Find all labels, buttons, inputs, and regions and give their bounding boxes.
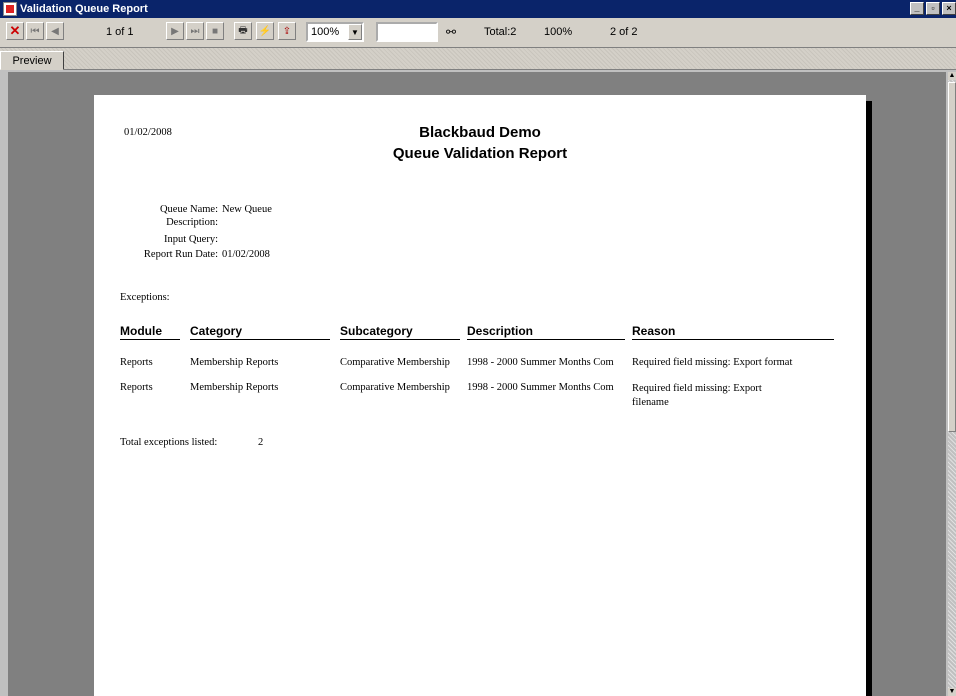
close-window-button[interactable]: × — [942, 2, 956, 15]
export-icon[interactable]: ⇪ — [278, 22, 296, 40]
chevron-down-icon[interactable]: ▼ — [348, 24, 362, 40]
column-header-description: Description — [467, 324, 534, 338]
next-page-icon[interactable]: ▶ — [166, 22, 184, 40]
search-input[interactable] — [376, 22, 438, 42]
tab-row: Preview — [0, 48, 956, 70]
print-icon[interactable]: 🖶 — [234, 22, 252, 40]
total-exceptions-label: Total exceptions listed: — [120, 437, 218, 448]
preview-workspace: 01/02/2008 Blackbaud Demo Queue Validati… — [8, 72, 946, 696]
table-cell: Comparative Membership — [340, 357, 450, 368]
minimize-button[interactable]: _ — [910, 2, 924, 15]
last-page-icon[interactable]: ⏭ — [186, 22, 204, 40]
report-title: Queue Validation Report — [392, 145, 568, 162]
column-header-module: Module — [120, 324, 162, 338]
table-cell: Reports — [120, 382, 153, 393]
table-cell: Membership Reports — [190, 382, 279, 393]
header-underline — [632, 339, 834, 340]
table-cell: Membership Reports — [190, 357, 279, 368]
report-org: Blackbaud Demo — [419, 124, 541, 141]
zoom-value: 100% — [311, 26, 340, 38]
table-cell: Comparative Membership — [340, 382, 450, 393]
field-label: Input Query: — [164, 234, 218, 245]
header-underline — [467, 339, 625, 340]
table-cell: Required field missing: Export filename — [632, 383, 762, 408]
field-value: New Queue — [222, 204, 272, 215]
count-of-label: 2 of 2 — [610, 26, 638, 38]
field-value: 01/02/2008 — [222, 249, 270, 260]
report-page: 01/02/2008 Blackbaud Demo Queue Validati… — [94, 95, 866, 696]
table-cell: Reports — [120, 357, 153, 368]
header-underline — [340, 339, 460, 340]
title-bar: Validation Queue Report _ ▫ × — [0, 0, 956, 18]
field-label: Description: — [166, 217, 218, 228]
window-controls: _ ▫ × — [910, 2, 956, 15]
scroll-thumb[interactable] — [948, 82, 956, 432]
prev-page-icon[interactable]: ◀ — [46, 22, 64, 40]
column-header-category: Category — [190, 324, 243, 338]
exceptions-label: Exceptions: — [120, 292, 170, 303]
header-underline — [190, 339, 330, 340]
percent-label: 100% — [544, 26, 573, 38]
field-label: Queue Name: — [159, 204, 218, 215]
column-header-reason: Reason — [632, 324, 676, 338]
column-header-subcategory: Subcategory — [340, 324, 413, 338]
table-cell: Required field missing: Export format — [632, 357, 793, 368]
zoom-select[interactable]: 100% ▼ — [306, 22, 364, 42]
stop-icon[interactable]: ■ — [206, 22, 224, 40]
table-cell: 1998 - 2000 Summer Months Com — [467, 357, 614, 368]
first-page-icon[interactable]: ⏮ — [26, 22, 44, 40]
field-label: Report Run Date: — [143, 249, 218, 260]
app-icon — [3, 2, 17, 16]
toolbar: ✕ ⏮ ◀ 1 of 1 ▶ ⏭ ■ 🖶 ⚡ ⇪ 100% ▼ ⚯ Total:… — [0, 18, 956, 48]
total-label: Total:2 — [484, 26, 517, 38]
tab-preview[interactable]: Preview — [0, 51, 64, 70]
scroll-down-icon[interactable]: ▼ — [948, 688, 956, 696]
lightning-icon[interactable]: ⚡ — [256, 22, 274, 40]
scroll-up-icon[interactable]: ▲ — [948, 72, 956, 80]
page-of-label: 1 of 1 — [106, 26, 134, 38]
header-underline — [120, 339, 180, 340]
window-title: Validation Queue Report — [20, 3, 148, 15]
vertical-scrollbar[interactable]: ▲ ▼ — [948, 72, 956, 696]
close-icon[interactable]: ✕ — [6, 22, 24, 40]
binoculars-icon[interactable]: ⚯ — [442, 22, 460, 42]
total-exceptions-value: 2 — [258, 437, 264, 448]
table-cell: 1998 - 2000 Summer Months Com — [467, 382, 614, 393]
maximize-button[interactable]: ▫ — [926, 2, 940, 15]
